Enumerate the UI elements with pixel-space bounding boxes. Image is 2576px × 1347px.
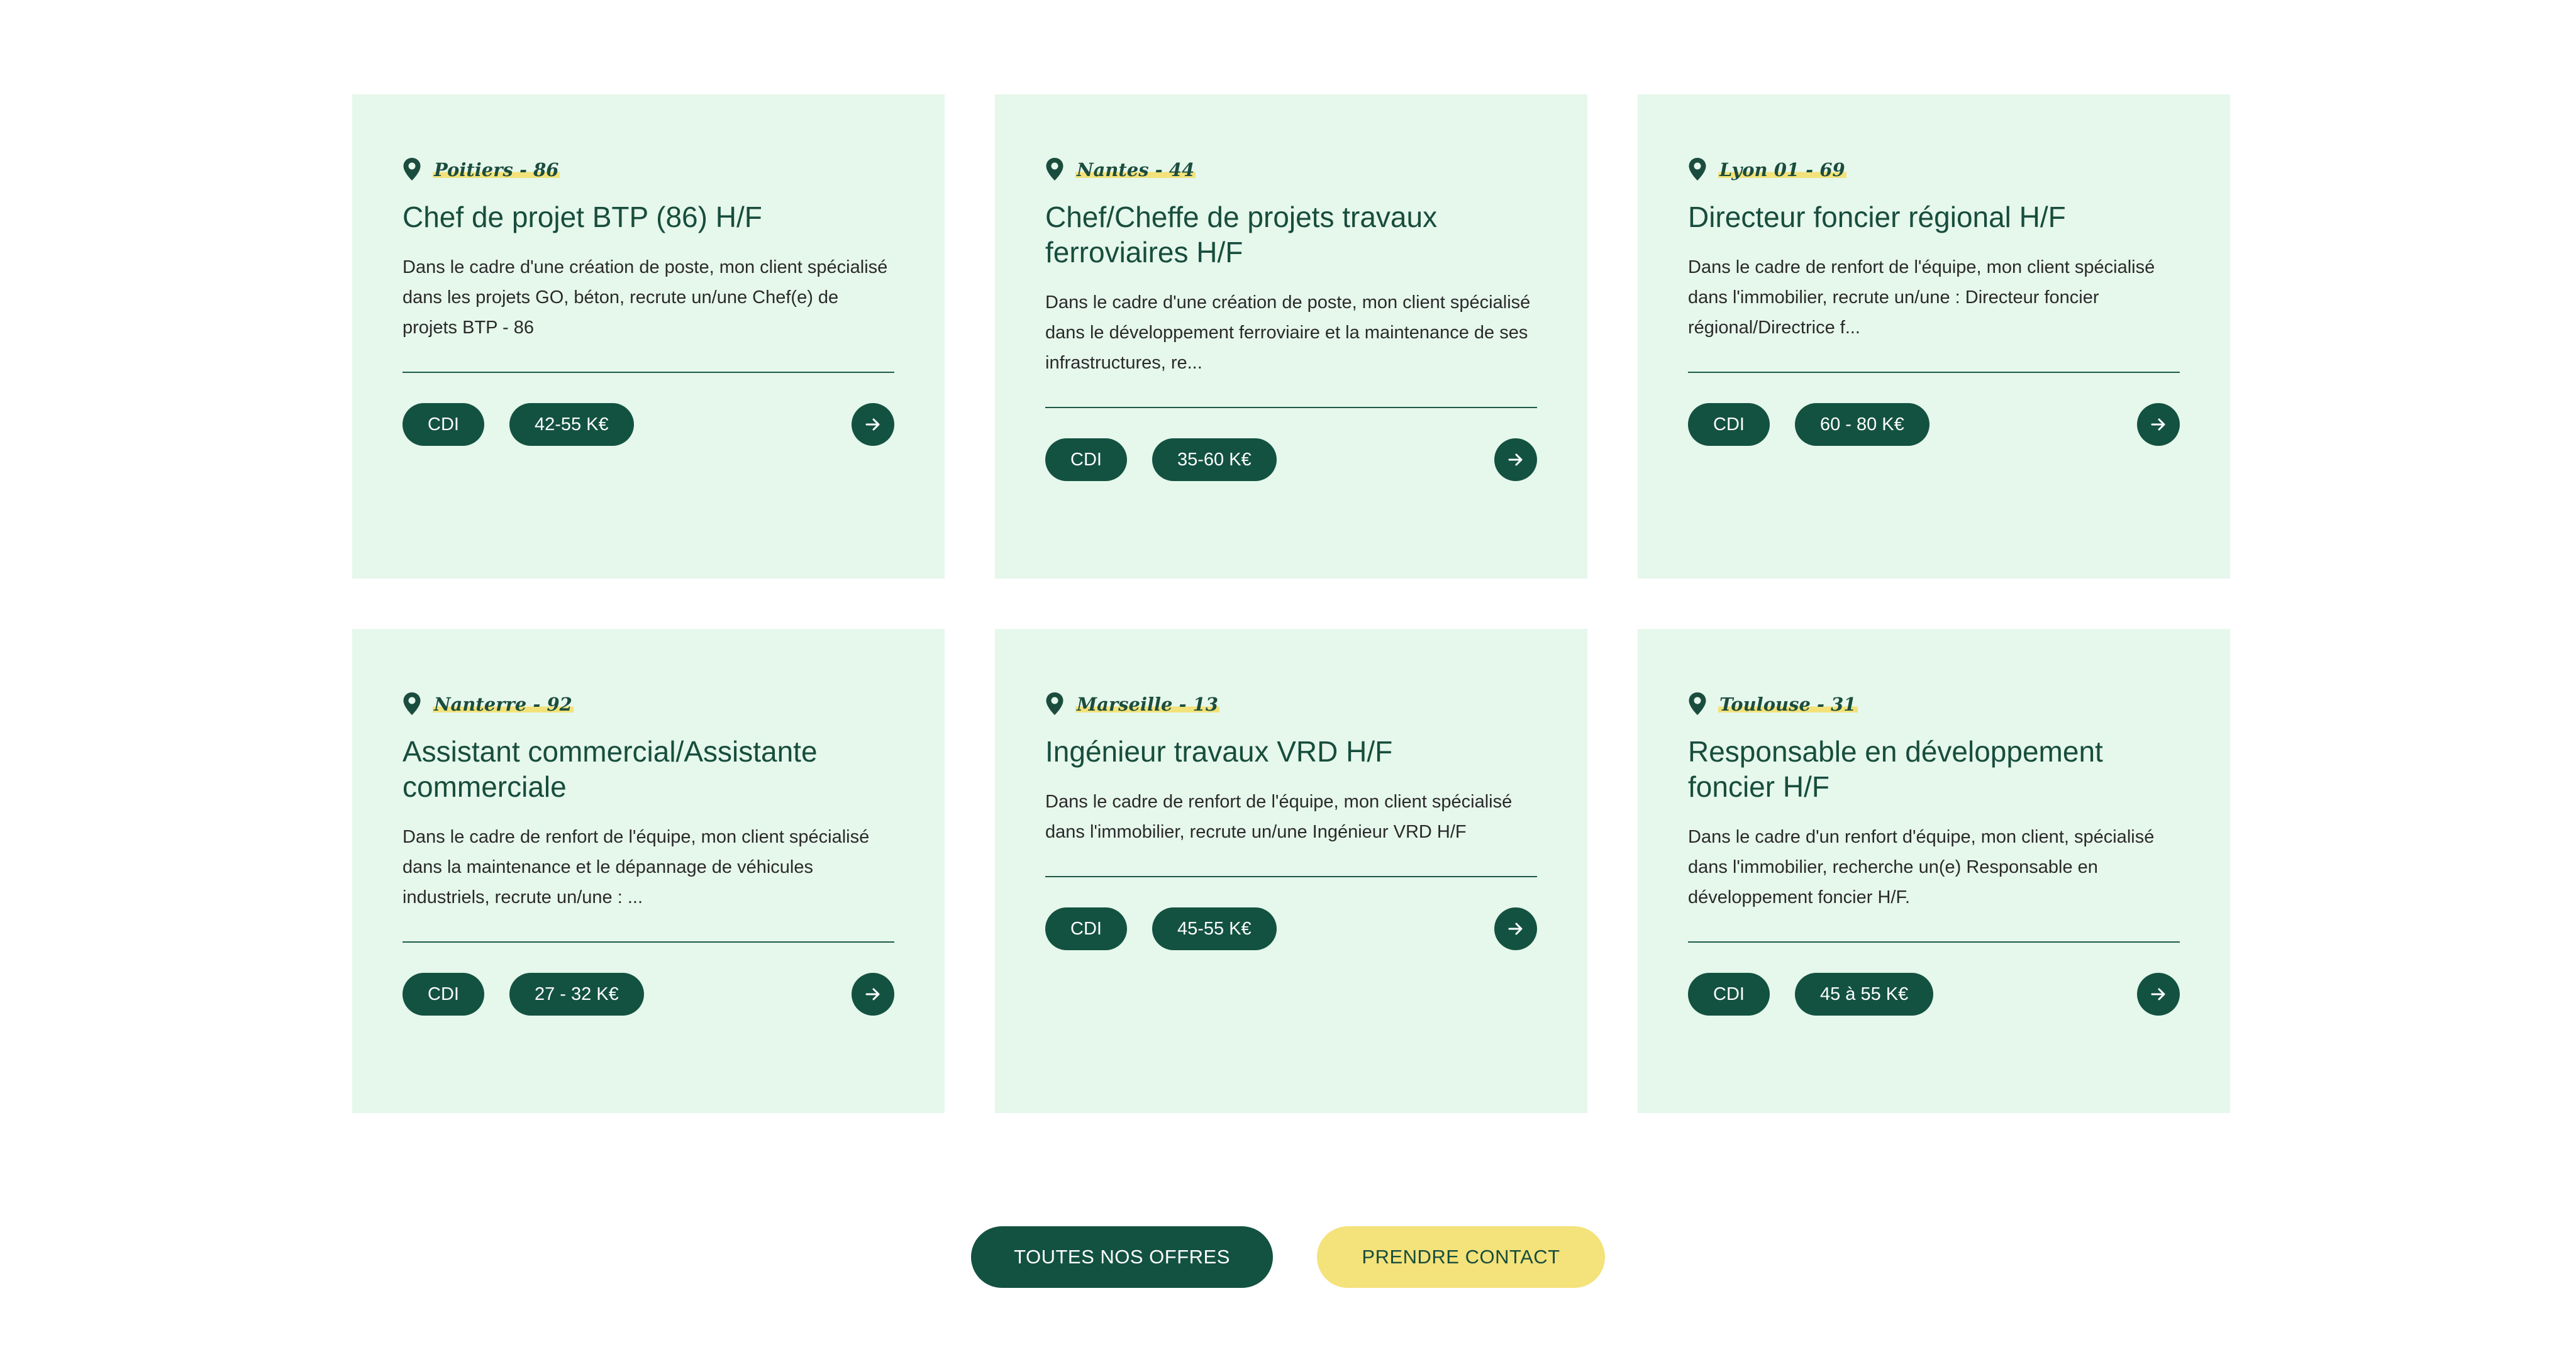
map-pin-icon (1045, 157, 1064, 182)
open-job-button[interactable] (2137, 403, 2180, 446)
divider (402, 372, 894, 373)
open-job-button[interactable] (1494, 438, 1537, 481)
job-grid: Poitiers - 86 Chef de projet BTP (86) H/… (352, 94, 2230, 1113)
divider (1688, 372, 2180, 373)
job-card[interactable]: Marseille - 13 Ingénieur travaux VRD H/F… (995, 629, 1587, 1113)
job-description: Dans le cadre de renfort de l'équipe, mo… (1688, 257, 2155, 338)
contract-badge: CDI (1688, 973, 1770, 1016)
job-tags: CDI 35-60 K€ (1045, 438, 1537, 481)
salary-badge: 27 - 32 K€ (509, 973, 644, 1016)
contract-badge: CDI (1045, 907, 1127, 950)
job-card[interactable]: Poitiers - 86 Chef de projet BTP (86) H/… (352, 94, 945, 579)
contract-badge: CDI (1045, 438, 1127, 481)
job-title[interactable]: Directeur foncier régional H/F (1688, 199, 2180, 235)
map-pin-icon (402, 157, 421, 182)
job-location: Nanterre - 92 (402, 689, 894, 720)
job-description: Dans le cadre d'une création de poste, m… (1045, 292, 1531, 373)
salary-badge: 60 - 80 K€ (1794, 403, 1929, 446)
divider (1045, 876, 1537, 877)
job-location: Nantes - 44 (1045, 154, 1537, 186)
job-location: Poitiers - 86 (402, 154, 894, 186)
open-job-button[interactable] (852, 403, 894, 446)
open-job-button[interactable] (2137, 973, 2180, 1016)
job-card[interactable]: Nantes - 44 Chef/Cheffe de projets trava… (995, 94, 1587, 579)
job-title[interactable]: Chef/Cheffe de projets travaux ferroviai… (1045, 199, 1537, 270)
arrow-right-icon (865, 988, 880, 1001)
job-title[interactable]: Chef de projet BTP (86) H/F (402, 199, 894, 235)
salary-badge: 42-55 K€ (509, 403, 634, 446)
job-location-label: Nantes - 44 (1075, 158, 1196, 181)
job-location: Toulouse - 31 (1688, 689, 2180, 720)
job-location-label: Poitiers - 86 (433, 158, 560, 181)
job-description: Dans le cadre de renfort de l'équipe, mo… (402, 827, 870, 907)
contact-button[interactable]: PRENDRE CONTACT (1317, 1226, 1605, 1288)
open-job-button[interactable] (852, 973, 894, 1016)
job-location: Lyon 01 - 69 (1688, 154, 2180, 186)
contract-badge: CDI (402, 973, 484, 1016)
job-tags: CDI 45 à 55 K€ (1688, 973, 2180, 1016)
arrow-right-icon (1508, 923, 1523, 935)
map-pin-icon (1688, 157, 1707, 182)
salary-badge: 45 à 55 K€ (1794, 973, 1934, 1016)
arrow-right-icon (865, 418, 880, 431)
job-location-label: Toulouse - 31 (1718, 693, 1858, 716)
job-location: Marseille - 13 (1045, 689, 1537, 720)
map-pin-icon (402, 692, 421, 717)
divider (1045, 407, 1537, 408)
salary-badge: 45-55 K€ (1152, 907, 1277, 950)
job-tags: CDI 60 - 80 K€ (1688, 403, 2180, 446)
contract-badge: CDI (1688, 403, 1770, 446)
job-description: Dans le cadre d'un renfort d'équipe, mon… (1688, 827, 2155, 907)
arrow-right-icon (2151, 418, 2165, 431)
job-location-label: Marseille - 13 (1075, 693, 1220, 716)
arrow-right-icon (2151, 988, 2165, 1001)
all-offers-button[interactable]: TOUTES NOS OFFRES (971, 1226, 1273, 1288)
arrow-right-icon (1508, 453, 1523, 466)
job-description: Dans le cadre de renfort de l'équipe, mo… (1045, 792, 1513, 842)
job-title[interactable]: Responsable en développement foncier H/F (1688, 734, 2180, 804)
contract-badge: CDI (402, 403, 484, 446)
job-location-label: Nanterre - 92 (433, 693, 574, 716)
open-job-button[interactable] (1494, 907, 1537, 950)
job-location-label: Lyon 01 - 69 (1718, 158, 1846, 181)
job-description: Dans le cadre d'une création de poste, m… (402, 257, 888, 338)
job-tags: CDI 27 - 32 K€ (402, 973, 894, 1016)
map-pin-icon (1688, 692, 1707, 717)
divider (402, 941, 894, 943)
job-title[interactable]: Ingénieur travaux VRD H/F (1045, 734, 1537, 769)
job-tags: CDI 45-55 K€ (1045, 907, 1537, 950)
salary-badge: 35-60 K€ (1152, 438, 1277, 481)
divider (1688, 941, 2180, 943)
map-pin-icon (1045, 692, 1064, 717)
job-card[interactable]: Toulouse - 31 Responsable en développeme… (1638, 629, 2230, 1113)
cta-buttons: TOUTES NOS OFFRES PRENDRE CONTACT (0, 1226, 2576, 1288)
job-card[interactable]: Nanterre - 92 Assistant commercial/Assis… (352, 629, 945, 1113)
job-card[interactable]: Lyon 01 - 69 Directeur foncier régional … (1638, 94, 2230, 579)
job-title[interactable]: Assistant commercial/Assistante commerci… (402, 734, 894, 804)
job-tags: CDI 42-55 K€ (402, 403, 894, 446)
